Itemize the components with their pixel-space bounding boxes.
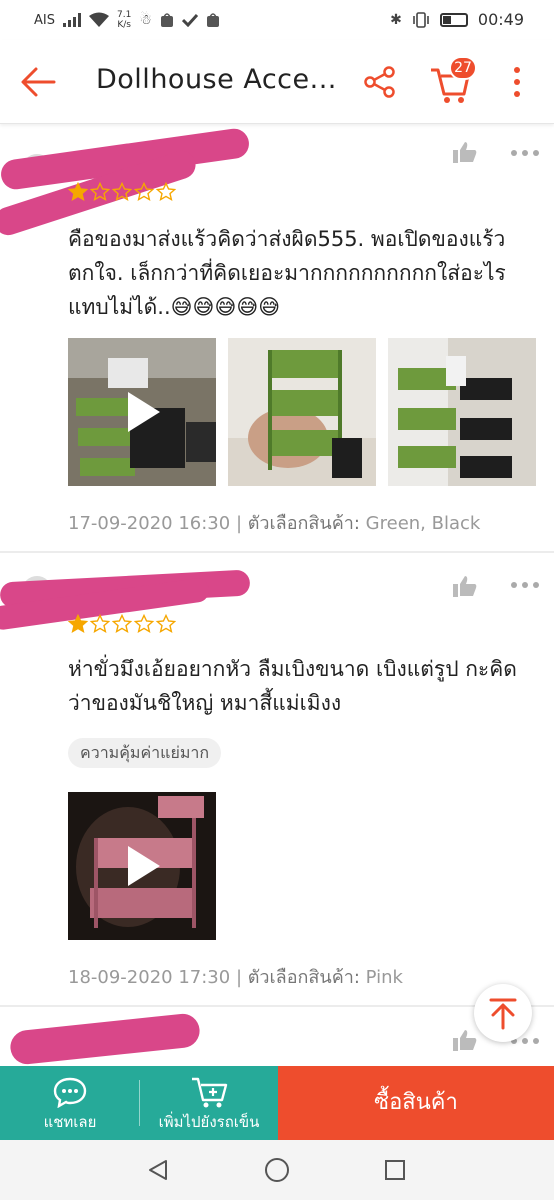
variant-value: Green, Black: [365, 513, 481, 534]
review-item: คือของมาส่งแร้วคิดว่าส่งผิด555. พอเปิดขอ…: [0, 124, 554, 554]
divider: [0, 551, 554, 553]
back-to-top-button[interactable]: [474, 984, 532, 1042]
divider: [0, 1005, 554, 1007]
cart-count-badge: 27: [449, 56, 477, 80]
review-tag: ความคุ้มค่าแย่มาก: [68, 738, 222, 768]
nav-recents-icon[interactable]: [384, 1159, 406, 1181]
add-to-cart-label: เพิ่มไปยังรถเข็น: [158, 1113, 260, 1131]
star-empty-icon: [90, 614, 110, 634]
shopee-icon: [206, 13, 219, 27]
thumbs-up-icon[interactable]: [452, 140, 478, 164]
page-title: Dollhouse Acce...: [96, 64, 337, 95]
review-image-thumbnail[interactable]: [388, 338, 536, 486]
thumbs-up-icon[interactable]: [452, 574, 478, 598]
star-filled-icon: [68, 614, 88, 634]
bottom-action-bar: แชทเลย เพิ่มไปยังรถเข็น ซื้อสินค้า: [0, 1066, 554, 1140]
nav-home-icon[interactable]: [264, 1157, 290, 1183]
more-horizontal-icon[interactable]: [510, 148, 540, 158]
variant-label: ตัวเลือกสินค้า:: [247, 513, 360, 534]
star-empty-icon: [90, 182, 110, 202]
star-empty-icon: [134, 182, 154, 202]
back-arrow-icon[interactable]: [18, 62, 58, 102]
arrow-up-icon: [489, 998, 517, 1030]
green-and-black-carts-photo: [388, 338, 536, 486]
battery-icon: [439, 12, 468, 27]
review-item: [0, 1008, 554, 1066]
star-empty-icon: [134, 614, 154, 634]
nav-back-icon[interactable]: [146, 1158, 170, 1182]
chat-icon: [53, 1077, 87, 1108]
play-icon: [128, 846, 160, 886]
carrier-label: AIS: [34, 12, 55, 28]
star-empty-icon: [112, 614, 132, 634]
play-icon: [128, 392, 160, 432]
variant-label: ตัวเลือกสินค้า:: [247, 967, 360, 988]
status-bar: AIS 7.1 K/s ☃ ✱ 00:49: [0, 0, 554, 40]
more-vertical-icon[interactable]: [502, 64, 532, 100]
vibrate-icon: [413, 11, 429, 28]
star-empty-icon: [112, 182, 132, 202]
review-meta: 18-09-2020 17:30 | ตัวเลือกสินค้า: Pink: [68, 967, 403, 988]
review-video-thumbnail[interactable]: [68, 792, 216, 940]
add-to-cart-icon: [192, 1077, 228, 1108]
wifi-icon: [88, 12, 109, 27]
clock: 00:49: [477, 10, 524, 29]
bluetooth-icon: ✱: [390, 11, 402, 28]
more-horizontal-icon[interactable]: [510, 580, 540, 590]
review-image-thumbnail[interactable]: [228, 338, 376, 486]
review-text: ห่าขั่วมึงเอ้ยอยากหัว ลืมเบิงขนาด เบิงแต…: [68, 657, 517, 715]
star-rating: [68, 614, 176, 634]
review-meta: 17-09-2020 16:30 | ตัวเลือกสินค้า: Green…: [68, 513, 481, 534]
star-empty-icon: [156, 614, 176, 634]
star-filled-icon: [68, 182, 88, 202]
redacted-username: [8, 1012, 202, 1066]
add-to-cart-button[interactable]: เพิ่มไปยังรถเข็น: [140, 1066, 278, 1140]
check-icon: [181, 13, 198, 27]
system-nav-bar: [0, 1140, 554, 1200]
review-item: ห่าขั่วมึงเอ้ยอยากหัว ลืมเบิงขนาด เบิงแต…: [0, 554, 554, 1006]
signal-icon: [62, 13, 81, 27]
shopee-icon: [160, 13, 173, 27]
star-empty-icon: [156, 182, 176, 202]
notification-icon: ☃: [139, 12, 152, 28]
variant-value: Pink: [365, 967, 403, 988]
chat-label: แชทเลย: [43, 1113, 97, 1131]
app-bar: Dollhouse Acce... 27: [0, 40, 554, 124]
review-date: 18-09-2020 17:30: [68, 967, 231, 988]
green-cart-in-hand-photo: [228, 338, 376, 486]
review-date: 17-09-2020 16:30: [68, 513, 231, 534]
review-video-thumbnail[interactable]: [68, 338, 216, 486]
star-rating: [68, 182, 176, 202]
network-speed: 7.1 K/s: [116, 10, 132, 30]
share-icon[interactable]: [362, 64, 398, 100]
buy-now-button[interactable]: ซื้อสินค้า: [278, 1066, 554, 1140]
screen: { "status_bar": { "carrier": "AIS", "net…: [0, 0, 554, 1200]
review-text: คือของมาส่งแร้วคิดว่าส่งผิด555. พอเปิดขอ…: [68, 227, 506, 319]
chat-button[interactable]: แชทเลย: [0, 1066, 140, 1140]
